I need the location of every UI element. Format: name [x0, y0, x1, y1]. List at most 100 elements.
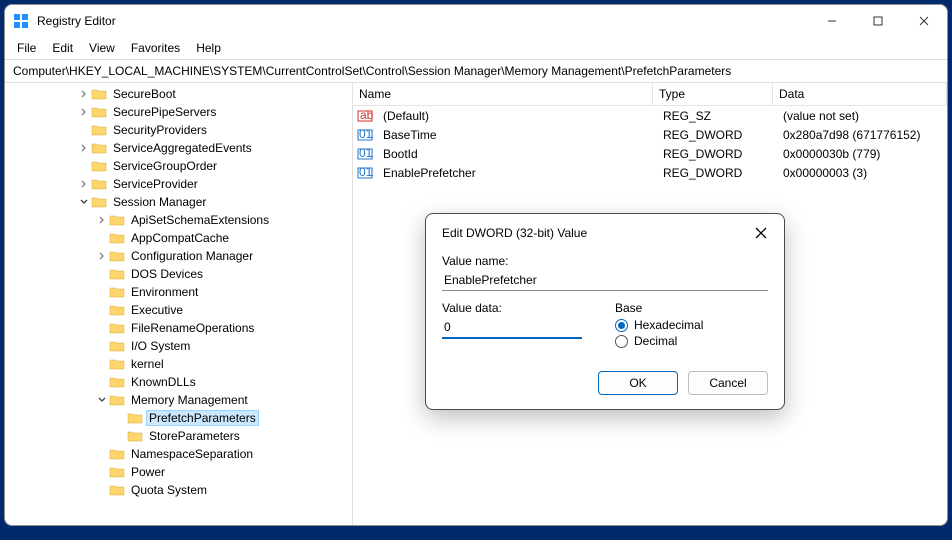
folder-icon [109, 321, 125, 335]
tree-pane[interactable]: SecureBoot SecurePipeServers SecurityProvi… [5, 83, 353, 525]
cancel-button[interactable]: Cancel [688, 371, 768, 395]
menu-file[interactable]: File [11, 39, 42, 57]
value-data-field[interactable] [442, 317, 582, 339]
base-group-label: Base [615, 301, 768, 315]
tree-item[interactable]: ServiceProvider [5, 175, 352, 193]
list-row[interactable]: ab(Default)REG_SZ(value not set) [353, 106, 947, 125]
tree-item-label: PrefetchParameters [147, 411, 258, 425]
menu-edit[interactable]: Edit [46, 39, 79, 57]
chevron-right-icon[interactable] [95, 251, 109, 261]
menubar: File Edit View Favorites Help [5, 37, 947, 59]
folder-icon [109, 393, 125, 407]
dialog-title-text: Edit DWORD (32-bit) Value [442, 226, 752, 240]
col-header-name[interactable]: Name [353, 83, 653, 105]
value-name-field[interactable] [442, 270, 768, 291]
tree-item-label: Environment [129, 285, 200, 299]
value-name-label: Value name: [442, 254, 768, 268]
menu-help[interactable]: Help [190, 39, 227, 57]
tree-item[interactable]: SecurePipeServers [5, 103, 352, 121]
chevron-right-icon[interactable] [77, 143, 91, 153]
tree-item[interactable]: SecureBoot [5, 85, 352, 103]
tree-item[interactable]: KnownDLLs [5, 373, 352, 391]
radio-dec-label: Decimal [634, 334, 677, 348]
list-header: Name Type Data [353, 83, 947, 106]
tree-item-label: SecurePipeServers [111, 105, 218, 119]
tree-item[interactable]: Memory Management [5, 391, 352, 409]
tree-item-label: ServiceAggregatedEvents [111, 141, 254, 155]
tree-item-label: DOS Devices [129, 267, 205, 281]
cell-name: (Default) [377, 108, 657, 124]
chevron-down-icon[interactable] [77, 197, 91, 207]
chevron-right-icon[interactable] [77, 89, 91, 99]
cell-type: REG_DWORD [657, 146, 777, 162]
tree-item[interactable]: Power [5, 463, 352, 481]
window-controls [809, 5, 947, 37]
chevron-right-icon[interactable] [77, 179, 91, 189]
cell-data: 0x00000003 (3) [777, 165, 947, 181]
menu-view[interactable]: View [83, 39, 121, 57]
value-data-label: Value data: [442, 301, 595, 315]
cell-data: (value not set) [777, 108, 947, 124]
chevron-down-icon[interactable] [95, 395, 109, 405]
close-button[interactable] [901, 5, 947, 37]
maximize-button[interactable] [855, 5, 901, 37]
folder-icon [127, 411, 143, 425]
tree-item[interactable]: Environment [5, 283, 352, 301]
cell-data: 0x280a7d98 (671776152) [777, 127, 947, 143]
tree-item[interactable]: Session Manager [5, 193, 352, 211]
tree-item[interactable]: Executive [5, 301, 352, 319]
tree-item-label: AppCompatCache [129, 231, 231, 245]
address-bar[interactable]: Computer\HKEY_LOCAL_MACHINE\SYSTEM\Curre… [5, 59, 947, 83]
folder-icon [91, 195, 107, 209]
svg-text:011: 011 [359, 127, 373, 141]
tree-item[interactable]: DOS Devices [5, 265, 352, 283]
chevron-right-icon[interactable] [95, 215, 109, 225]
tree-item[interactable]: ApiSetSchemaExtensions [5, 211, 352, 229]
folder-icon [91, 123, 107, 137]
tree-item[interactable]: ServiceAggregatedEvents [5, 139, 352, 157]
tree-item[interactable]: StoreParameters [5, 427, 352, 445]
dialog-close-button[interactable] [752, 224, 770, 242]
tree-item-label: StoreParameters [147, 429, 242, 443]
tree-item[interactable]: ServiceGroupOrder [5, 157, 352, 175]
dialog-titlebar: Edit DWORD (32-bit) Value [426, 214, 784, 252]
tree-item[interactable]: Configuration Manager [5, 247, 352, 265]
titlebar: Registry Editor [5, 5, 947, 37]
tree-item[interactable]: I/O System [5, 337, 352, 355]
folder-icon [91, 159, 107, 173]
tree-item[interactable]: Quota System [5, 481, 352, 499]
minimize-button[interactable] [809, 5, 855, 37]
folder-icon [109, 249, 125, 263]
folder-icon [109, 483, 125, 497]
tree-item-label: SecureBoot [111, 87, 178, 101]
menu-favorites[interactable]: Favorites [125, 39, 186, 57]
radio-empty-icon [615, 335, 628, 348]
tree-item[interactable]: FileRenameOperations [5, 319, 352, 337]
tree-item-label: Session Manager [111, 195, 208, 209]
tree-item[interactable]: AppCompatCache [5, 229, 352, 247]
tree-item-label: I/O System [129, 339, 192, 353]
folder-icon [109, 267, 125, 281]
tree-item-label: kernel [129, 357, 166, 371]
tree-item[interactable]: kernel [5, 355, 352, 373]
svg-text:ab: ab [360, 108, 373, 122]
list-row[interactable]: 011EnablePrefetcherREG_DWORD0x00000003 (… [353, 163, 947, 182]
col-header-data[interactable]: Data [773, 83, 947, 105]
tree-item-label: ServiceProvider [111, 177, 200, 191]
list-row[interactable]: 011BootIdREG_DWORD0x0000030b (779) [353, 144, 947, 163]
tree-item[interactable]: NamespaceSeparation [5, 445, 352, 463]
radio-decimal[interactable]: Decimal [615, 333, 768, 349]
edit-dword-dialog: Edit DWORD (32-bit) Value Value name: Va… [425, 213, 785, 410]
folder-icon [91, 87, 107, 101]
col-header-type[interactable]: Type [653, 83, 773, 105]
regedit-icon [13, 13, 29, 29]
chevron-right-icon[interactable] [77, 107, 91, 117]
tree-item-label: Executive [129, 303, 185, 317]
tree-item[interactable]: PrefetchParameters [5, 409, 352, 427]
radio-hexadecimal[interactable]: Hexadecimal [615, 317, 768, 333]
ok-button[interactable]: OK [598, 371, 678, 395]
tree-item-label: Memory Management [129, 393, 250, 407]
tree-item[interactable]: SecurityProviders [5, 121, 352, 139]
radio-dot-icon [615, 319, 628, 332]
list-row[interactable]: 011BaseTimeREG_DWORD0x280a7d98 (67177615… [353, 125, 947, 144]
